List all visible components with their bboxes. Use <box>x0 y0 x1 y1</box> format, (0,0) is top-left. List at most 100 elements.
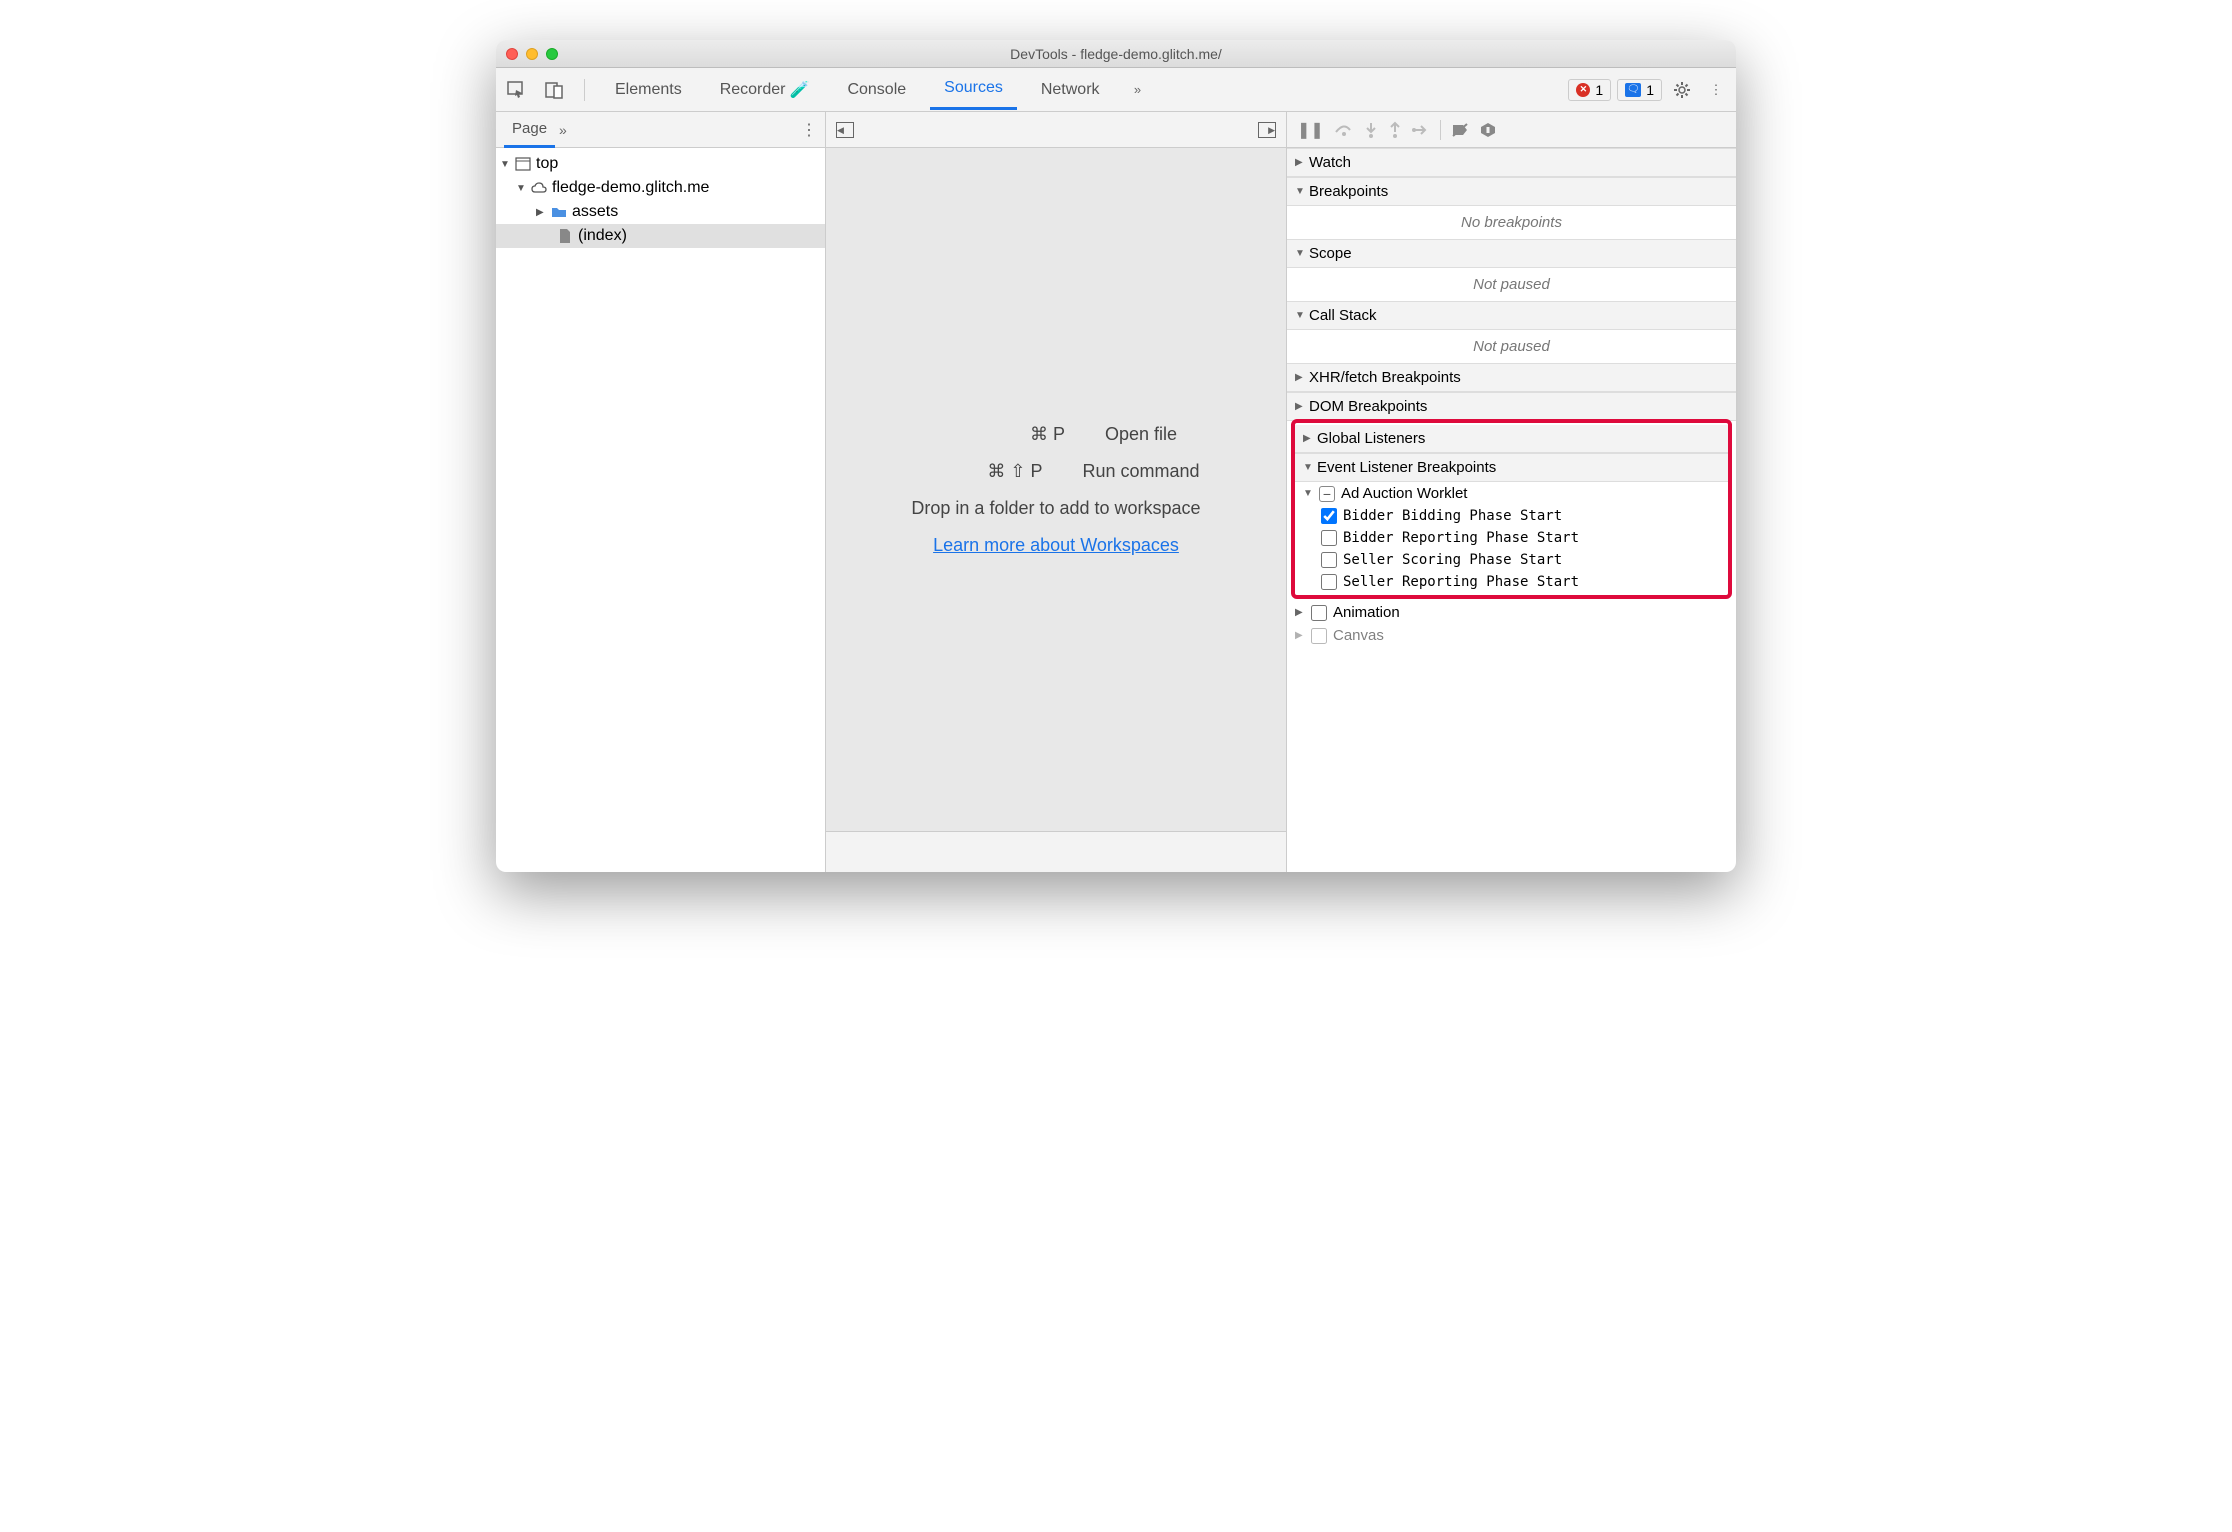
dom-section-header[interactable]: ▶DOM Breakpoints <box>1287 392 1736 421</box>
errors-count: 1 <box>1595 82 1603 98</box>
event-label-1: Bidder Reporting Phase Start <box>1343 530 1579 546</box>
event-bidder-bidding-start[interactable]: Bidder Bidding Phase Start <box>1295 505 1728 527</box>
global-listeners-label: Global Listeners <box>1317 430 1425 447</box>
close-window-button[interactable] <box>506 48 518 60</box>
minimize-window-button[interactable] <box>526 48 538 60</box>
event-label-3: Seller Reporting Phase Start <box>1343 574 1579 590</box>
workspaces-link[interactable]: Learn more about Workspaces <box>933 535 1179 556</box>
canvas-checkbox[interactable] <box>1311 628 1327 644</box>
tree-domain-label: fledge-demo.glitch.me <box>552 179 709 197</box>
tab-network[interactable]: Network <box>1027 71 1114 109</box>
cloud-icon <box>530 181 548 195</box>
canvas-category[interactable]: ▶Canvas <box>1287 624 1736 647</box>
devtools-window: DevTools - fledge-demo.glitch.me/ Elemen… <box>496 40 1736 872</box>
callstack-label: Call Stack <box>1309 307 1377 324</box>
flask-icon: 🧪 <box>790 80 810 100</box>
step-out-icon[interactable] <box>1388 121 1402 139</box>
animation-checkbox[interactable] <box>1311 605 1327 621</box>
page-tab[interactable]: Page <box>504 112 555 148</box>
kebab-menu-icon[interactable]: ⋮ <box>1702 76 1730 104</box>
debugger-toolbar: ❚❚ <box>1287 112 1736 148</box>
event-checkbox-3[interactable] <box>1321 574 1337 590</box>
event-checkbox-2[interactable] <box>1321 552 1337 568</box>
collapse-debugger-icon[interactable] <box>1258 122 1276 138</box>
file-tree: ▼ top ▼ fledge-demo.glitch.me ▶ assets (… <box>496 148 825 252</box>
tab-elements[interactable]: Elements <box>601 71 696 109</box>
main-toolbar: Elements Recorder🧪 Console Sources Netwo… <box>496 68 1736 112</box>
callstack-section-header[interactable]: ▼Call Stack <box>1287 301 1736 330</box>
folder-icon <box>550 205 568 219</box>
debugger-panel: ❚❚ ▶Watch ▼Breakpoints No breakpoints ▼S… <box>1286 112 1736 872</box>
settings-icon[interactable] <box>1668 76 1696 104</box>
dom-label: DOM Breakpoints <box>1309 398 1427 415</box>
file-icon <box>556 228 574 244</box>
traffic-lights <box>506 48 558 60</box>
pause-icon[interactable]: ❚❚ <box>1297 120 1324 140</box>
event-label-0: Bidder Bidding Phase Start <box>1343 508 1562 524</box>
scope-label: Scope <box>1309 245 1352 262</box>
event-bidder-reporting-start[interactable]: Bidder Reporting Phase Start <box>1295 527 1728 549</box>
tree-top-label: top <box>536 155 558 173</box>
xhr-section-header[interactable]: ▶XHR/fetch Breakpoints <box>1287 363 1736 392</box>
tree-file-index[interactable]: (index) <box>496 224 825 248</box>
breakpoints-section-header[interactable]: ▼Breakpoints <box>1287 177 1736 206</box>
event-label-2: Seller Scoring Phase Start <box>1343 552 1562 568</box>
navigator-menu-icon[interactable]: ⋮ <box>801 120 817 140</box>
event-listener-label: Event Listener Breakpoints <box>1317 459 1496 476</box>
tab-recorder-label: Recorder <box>720 81 786 99</box>
event-checkbox-0[interactable] <box>1321 508 1337 524</box>
tab-sources[interactable]: Sources <box>930 69 1017 110</box>
tree-folder-label: assets <box>572 203 618 221</box>
scope-section-header[interactable]: ▼Scope <box>1287 239 1736 268</box>
callstack-body: Not paused <box>1287 330 1736 363</box>
tree-file-label: (index) <box>578 227 627 245</box>
step-into-icon[interactable] <box>1364 121 1378 139</box>
open-file-shortcut: ⌘ P <box>935 424 1065 445</box>
watch-label: Watch <box>1309 154 1351 171</box>
event-seller-reporting-start[interactable]: Seller Reporting Phase Start <box>1295 571 1728 593</box>
drop-folder-text: Drop in a folder to add to workspace <box>911 498 1200 519</box>
animation-label: Animation <box>1333 604 1400 621</box>
global-listeners-section-header[interactable]: ▶Global Listeners <box>1295 425 1728 453</box>
errors-badge[interactable]: ✕1 <box>1568 79 1611 101</box>
ad-auction-worklet-category[interactable]: ▼ − Ad Auction Worklet <box>1295 482 1728 505</box>
editor-footer <box>826 832 1286 872</box>
tree-folder-assets[interactable]: ▶ assets <box>496 200 825 224</box>
tree-domain[interactable]: ▼ fledge-demo.glitch.me <box>496 176 825 200</box>
event-checkbox-1[interactable] <box>1321 530 1337 546</box>
step-icon[interactable] <box>1412 123 1430 137</box>
tab-recorder[interactable]: Recorder🧪 <box>706 70 824 110</box>
message-icon: 🗨 <box>1625 83 1641 97</box>
step-over-icon[interactable] <box>1334 122 1354 138</box>
titlebar: DevTools - fledge-demo.glitch.me/ <box>496 40 1736 68</box>
tree-frame-top[interactable]: ▼ top <box>496 152 825 176</box>
frame-icon <box>514 157 532 171</box>
xhr-label: XHR/fetch Breakpoints <box>1309 369 1461 386</box>
editor-panel: ⌘ P Open file ⌘ ⇧ P Run command Drop in a … <box>826 112 1286 872</box>
tab-console[interactable]: Console <box>833 71 920 109</box>
mixed-checkbox-icon[interactable]: − <box>1319 486 1335 502</box>
ad-auction-label: Ad Auction Worklet <box>1341 485 1467 502</box>
inspect-element-icon[interactable] <box>502 76 530 104</box>
scope-body: Not paused <box>1287 268 1736 301</box>
pause-on-exceptions-icon[interactable] <box>1479 121 1497 139</box>
collapse-navigator-icon[interactable] <box>836 122 854 138</box>
more-navigator-tabs-icon[interactable]: » <box>559 122 567 138</box>
messages-badge[interactable]: 🗨1 <box>1617 79 1662 101</box>
event-listener-breakpoints-header[interactable]: ▼Event Listener Breakpoints <box>1295 453 1728 482</box>
run-command-shortcut: ⌘ ⇧ P <box>912 461 1042 482</box>
run-command-label: Run command <box>1082 461 1199 482</box>
animation-category[interactable]: ▶Animation <box>1287 601 1736 624</box>
event-seller-scoring-start[interactable]: Seller Scoring Phase Start <box>1295 549 1728 571</box>
watch-section-header[interactable]: ▶Watch <box>1287 148 1736 177</box>
highlight-annotation: ▶Global Listeners ▼Event Listener Breakp… <box>1291 419 1732 599</box>
window-title: DevTools - fledge-demo.glitch.me/ <box>496 46 1736 62</box>
breakpoints-body: No breakpoints <box>1287 206 1736 239</box>
navigator-panel: Page » ⋮ ▼ top ▼ fledge-demo.glitch.me ▶ <box>496 112 826 872</box>
more-tabs-icon[interactable]: » <box>1124 76 1152 104</box>
deactivate-breakpoints-icon[interactable] <box>1451 122 1469 138</box>
device-toolbar-icon[interactable] <box>540 76 568 104</box>
messages-count: 1 <box>1646 82 1654 98</box>
zoom-window-button[interactable] <box>546 48 558 60</box>
open-file-label: Open file <box>1105 424 1177 445</box>
